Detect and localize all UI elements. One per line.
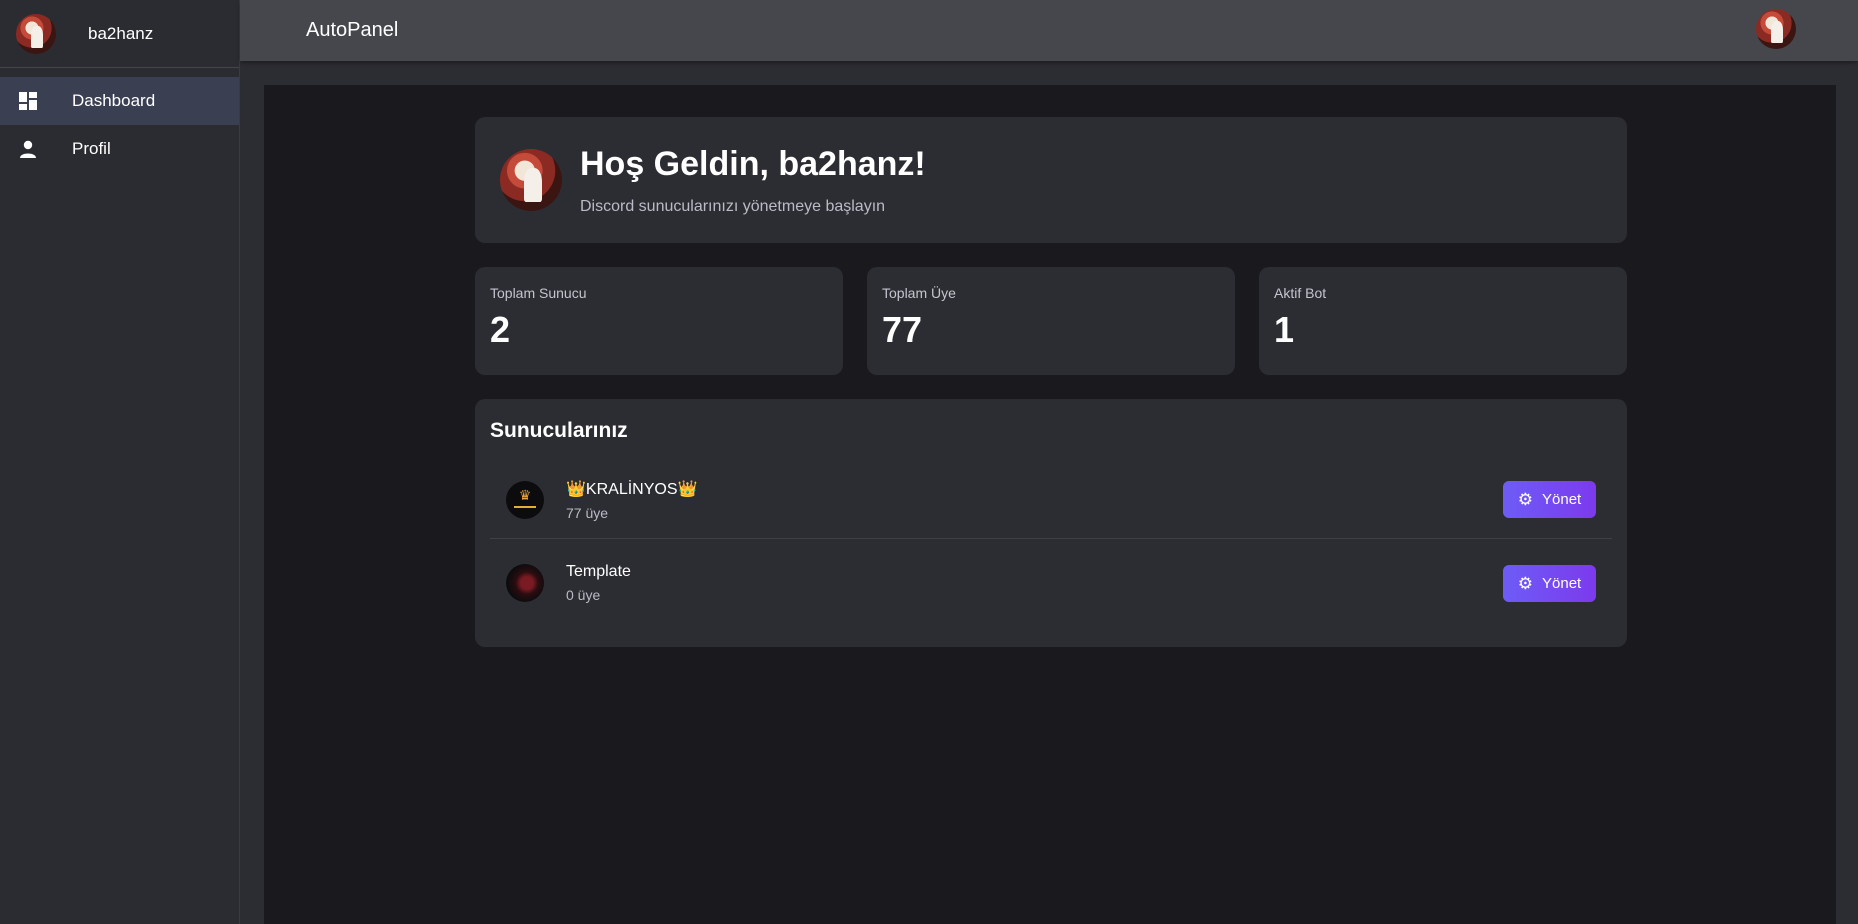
- list-item: 👑KRALİNYOS👑 77 üye ⚙ Yönet: [490, 461, 1612, 538]
- server-list: 👑KRALİNYOS👑 77 üye ⚙ Yönet Template 0 üy…: [490, 461, 1612, 627]
- stats-row: Toplam Sunucu 2 Toplam Üye 77 Aktif Bot …: [475, 267, 1627, 375]
- welcome-avatar: [500, 149, 562, 211]
- sidebar-item-dashboard[interactable]: Dashboard: [0, 77, 239, 125]
- sidebar-item-label: Profil: [72, 139, 111, 158]
- server-info: Template 0 üye: [566, 563, 1503, 603]
- welcome-title: Hoş Geldin, ba2hanz!: [580, 144, 926, 183]
- gear-icon: ⚙: [1517, 573, 1534, 593]
- server-member-count: 77 üye: [566, 504, 609, 521]
- app-title[interactable]: AutoPanel: [306, 19, 398, 42]
- topbar: AutoPanel: [240, 0, 1858, 61]
- gear-icon: ⚙: [1517, 490, 1534, 509]
- stat-card-active-bot: Aktif Bot 1: [1259, 267, 1627, 375]
- list-item: Template 0 üye ⚙ Yönet: [490, 538, 1612, 627]
- server-icon: [506, 480, 544, 519]
- user-avatar[interactable]: [16, 13, 56, 54]
- stat-value: 77: [882, 309, 923, 350]
- topbar-avatar[interactable]: [1756, 9, 1796, 49]
- sidebar: ba2hanz Dashboard Profil: [0, 0, 240, 924]
- sidebar-nav: Dashboard Profil: [0, 77, 239, 173]
- stat-label: Aktif Bot: [1274, 285, 1327, 301]
- manage-button[interactable]: ⚙ Yönet: [1503, 481, 1596, 518]
- dashboard-icon: [17, 90, 39, 112]
- manage-button-label: Yönet: [1542, 491, 1582, 508]
- sidebar-item-profil[interactable]: Profil: [0, 125, 239, 173]
- server-icon: [506, 564, 544, 602]
- sidebar-item-label: Dashboard: [72, 91, 156, 110]
- stat-label: Toplam Sunucu: [490, 285, 587, 301]
- servers-card: Sunucularınız 👑KRALİNYOS👑 77 üye ⚙ Yönet: [475, 399, 1627, 647]
- main-content: Hoş Geldin, ba2hanz! Discord sunucuların…: [264, 85, 1836, 924]
- manage-button[interactable]: ⚙ Yönet: [1503, 564, 1596, 602]
- welcome-text: Hoş Geldin, ba2hanz! Discord sunucuların…: [580, 145, 926, 216]
- server-name: 👑KRALİNYOS👑: [566, 480, 698, 498]
- content-container: Hoş Geldin, ba2hanz! Discord sunucuların…: [475, 117, 1627, 647]
- welcome-card: Hoş Geldin, ba2hanz! Discord sunucuların…: [475, 117, 1627, 243]
- sidebar-username: ba2hanz: [88, 23, 154, 43]
- stat-value: 2: [490, 309, 511, 350]
- server-name: Template: [566, 563, 631, 580]
- server-member-count: 0 üye: [566, 587, 601, 603]
- sidebar-header: ba2hanz: [0, 0, 239, 68]
- manage-button-label: Yönet: [1542, 574, 1582, 592]
- person-icon: [17, 138, 39, 160]
- welcome-subtitle: Discord sunucularınızı yönetmeye başlayı…: [580, 197, 886, 215]
- servers-title: Sunucularınız: [490, 419, 628, 442]
- stat-card-total-members: Toplam Üye 77: [867, 267, 1235, 375]
- stat-label: Toplam Üye: [882, 285, 956, 301]
- stat-value: 1: [1274, 309, 1295, 350]
- stat-card-total-servers: Toplam Sunucu 2: [475, 267, 843, 375]
- server-info: 👑KRALİNYOS👑 77 üye: [566, 479, 1503, 521]
